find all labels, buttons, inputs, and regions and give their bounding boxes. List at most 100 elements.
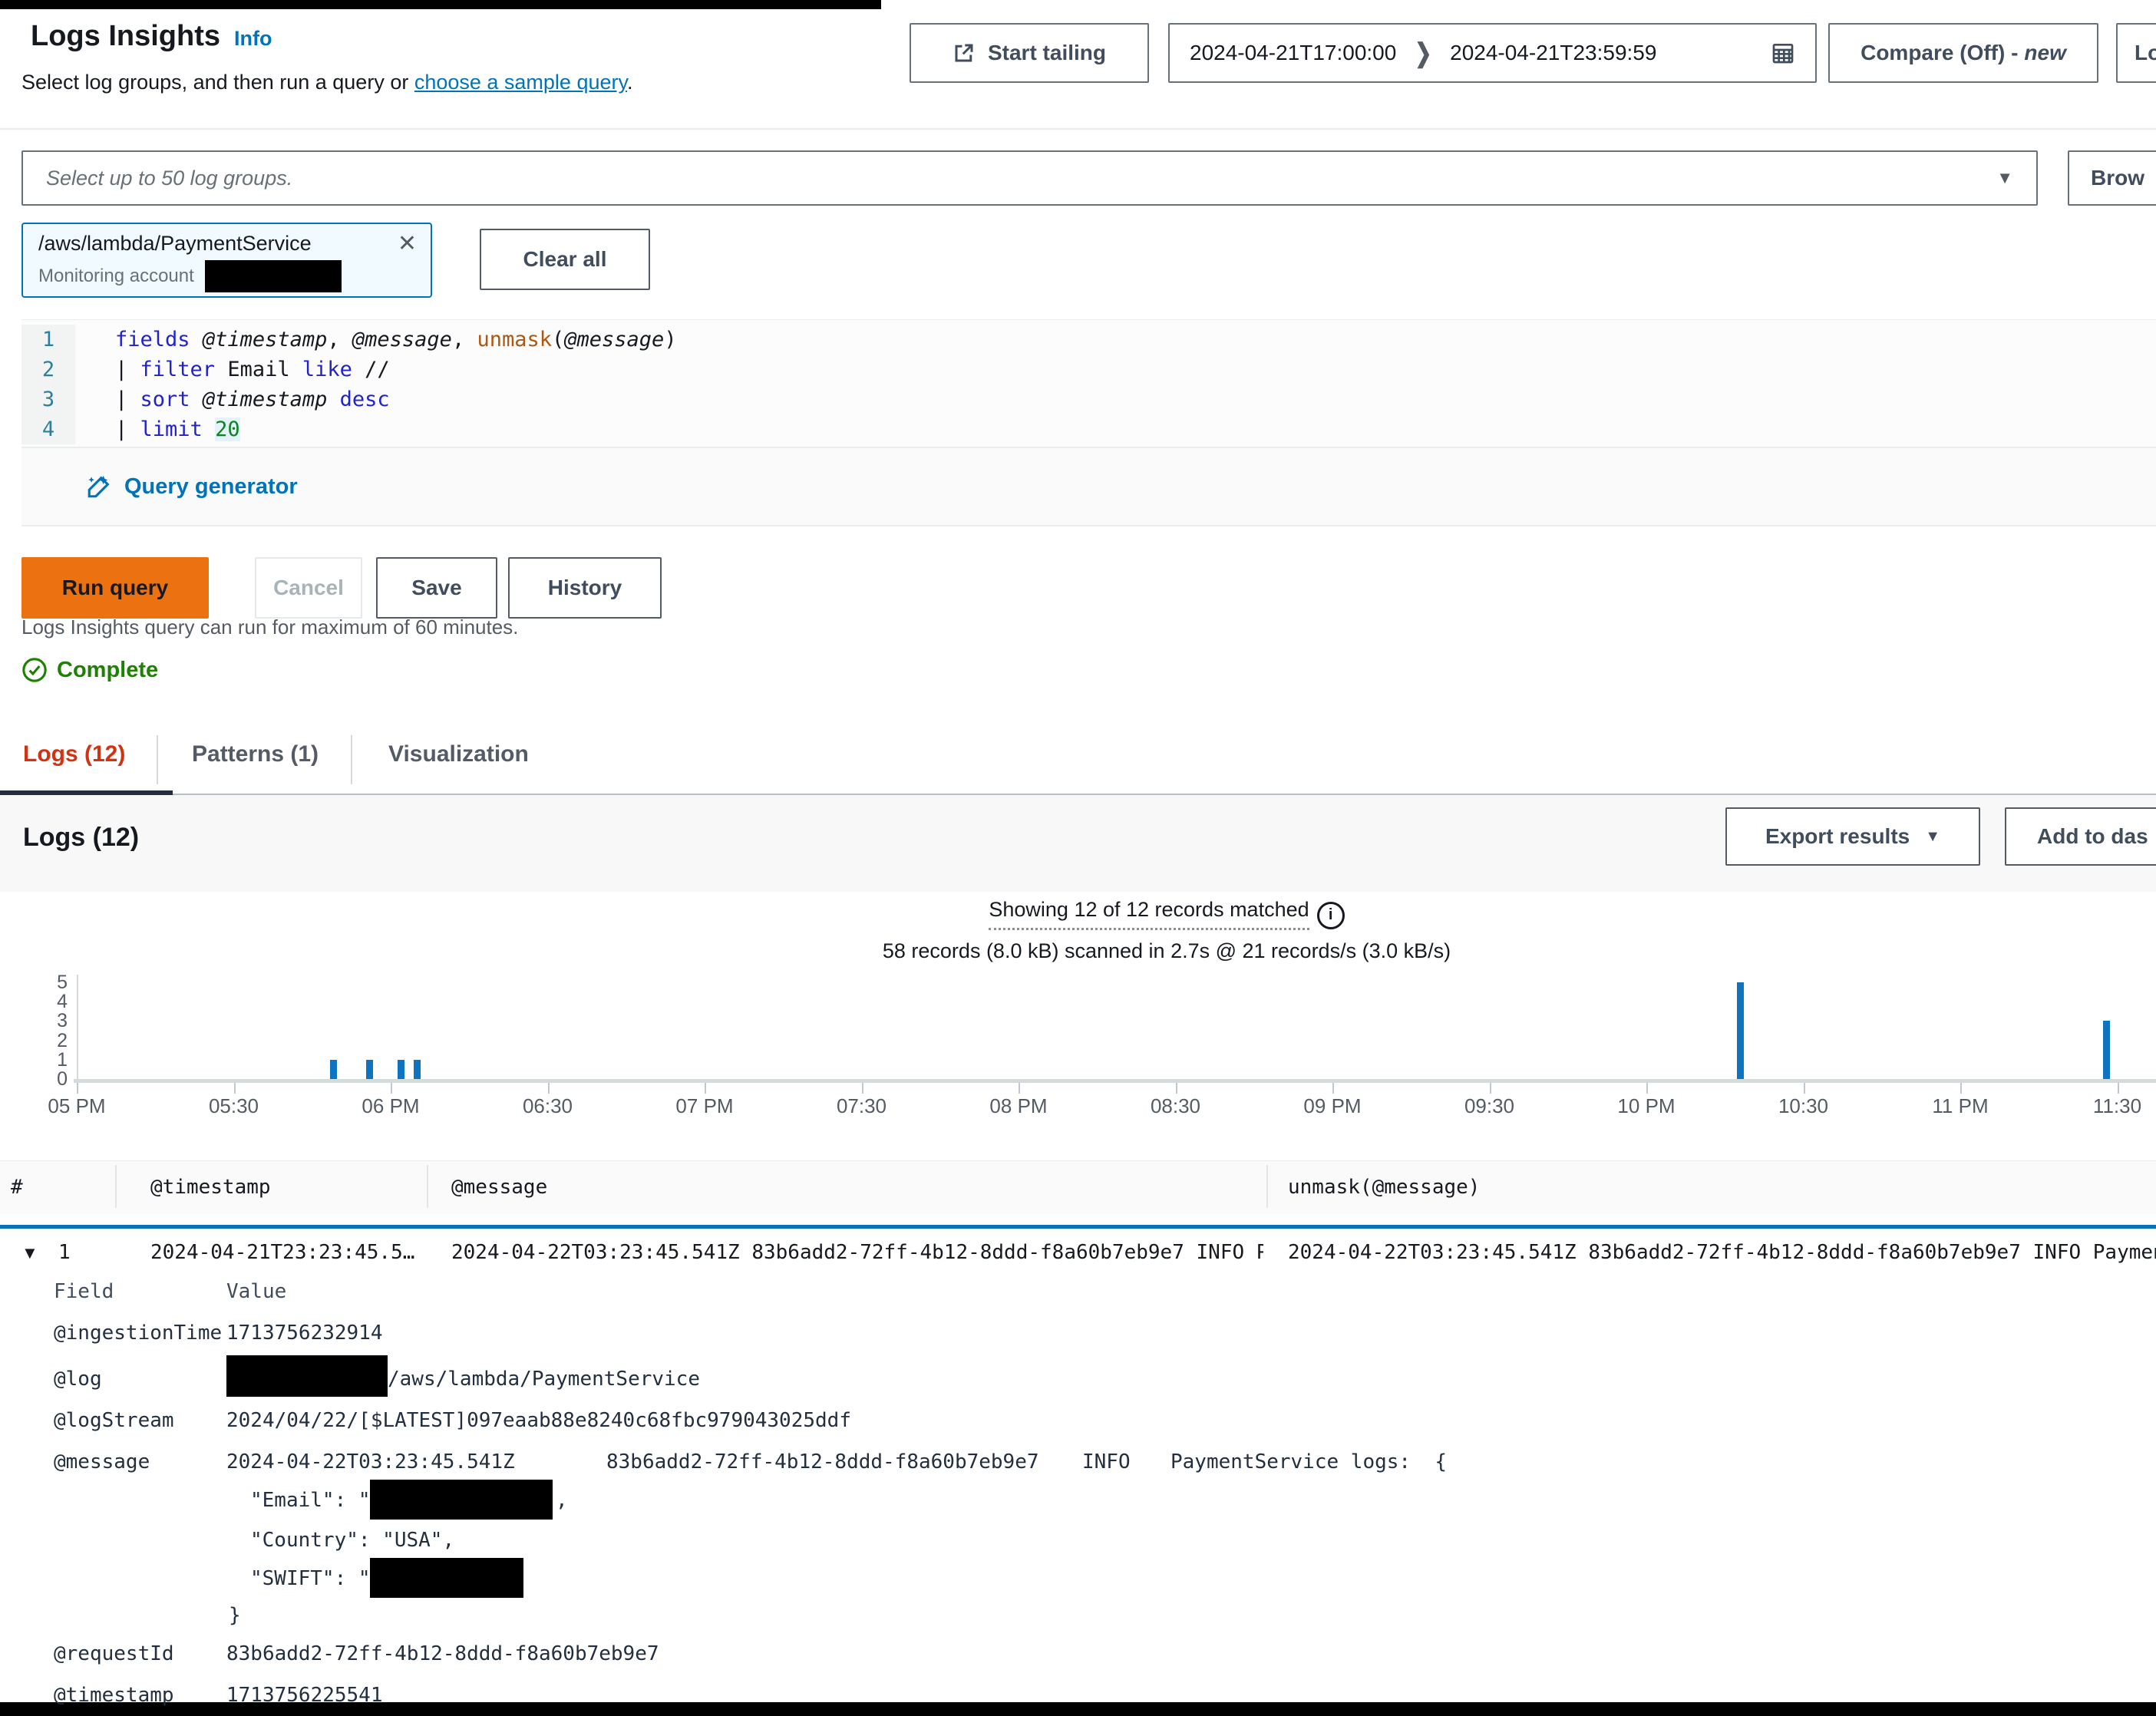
detail-value: 1713756232914 [226,1322,383,1345]
check-circle-icon [21,657,48,683]
histogram-bar[interactable] [330,1060,337,1079]
row-unmask-cell[interactable]: 2024-04-22T03:23:45.541Z 83b6add2-72ff-4… [1288,1237,2156,1268]
query-editor-line[interactable]: 4| limit 20 [21,414,2156,444]
json-country-line: "Country": "USA", [250,1529,454,1552]
query-status: Complete [21,657,158,683]
x-tick-label: 07:30 [784,1094,940,1118]
local-timezone-button[interactable]: Lo [2116,23,2156,83]
column-divider [1266,1165,1268,1208]
x-tick-mark [1019,1083,1020,1094]
tab-patterns[interactable]: Patterns (1) [192,741,319,767]
col-header-message[interactable]: @message [451,1176,547,1199]
log-group-placeholder: Select up to 50 log groups. [46,167,1996,190]
add-to-dashboard-button[interactable]: Add to das [2005,807,2156,866]
chevron-down-icon: ▼ [1996,168,2013,188]
col-header-unmask[interactable]: unmask(@message) [1288,1176,1480,1199]
x-tick-mark [77,1083,78,1094]
column-divider [115,1165,117,1208]
tab-divider [351,735,352,784]
line-number: 1 [21,325,75,355]
message-timestamp: 2024-04-22T03:23:45.541Z [226,1450,515,1473]
x-tick-label: 09:30 [1411,1094,1568,1118]
x-tick-mark [862,1083,863,1094]
tab-logs[interactable]: Logs (12) [23,741,125,767]
row-timestamp-cell[interactable]: 2024-04-21T23:23:45.5… [150,1237,424,1268]
histogram-bar[interactable] [398,1060,404,1079]
histogram-bar[interactable] [2103,1021,2110,1079]
history-button[interactable]: History [508,557,662,619]
x-tick-mark [2118,1083,2119,1094]
selected-log-group-chip[interactable]: /aws/lambda/PaymentService ✕ Monitoring … [21,223,432,298]
clear-all-button[interactable]: Clear all [480,229,650,290]
detail-value: 1713756225541 [226,1684,383,1707]
x-tick-label: 09 PM [1254,1094,1411,1118]
log-group-select[interactable]: Select up to 50 log groups. ▼ [21,150,2038,206]
line-number: 2 [21,355,75,384]
x-tick-mark [1960,1083,1962,1094]
histogram-bar[interactable] [414,1060,421,1079]
message-request-id: 83b6add2-72ff-4b12-8ddd-f8a60b7eb9e7 [606,1450,1039,1473]
x-tick-mark [234,1083,236,1094]
histogram-bar[interactable] [366,1060,373,1079]
x-tick-label: 08:30 [1098,1094,1254,1118]
redacted-browser-strip [0,0,881,9]
caret-down-icon: ▼ [1925,828,1940,846]
query-code: fields @timestamp, @message, unmask(@mes… [75,328,677,351]
query-editor-line[interactable]: 1fields @timestamp, @message, unmask(@me… [21,325,2156,355]
run-query-button[interactable]: Run query [21,557,209,619]
x-tick-label: 07 PM [626,1094,783,1118]
query-editor[interactable]: 1fields @timestamp, @message, unmask(@me… [21,319,2156,447]
query-editor-line[interactable]: 3| sort @timestamp desc [21,384,2156,414]
detail-label: @message [54,1450,150,1473]
redacted-email [370,1480,553,1520]
y-axis-line [77,975,78,1091]
header-divider [0,128,2156,130]
calendar-icon[interactable] [1771,41,1795,65]
sample-query-link[interactable]: choose a sample query [414,71,627,94]
y-tick-label: 2 [29,1030,68,1052]
start-tailing-button[interactable]: Start tailing [910,23,1149,83]
row-expander-icon[interactable]: ▼ [21,1240,38,1266]
date-start: 2024-04-21T17:00:00 [1190,41,1396,65]
results-heading: Logs (12) [23,823,139,853]
x-tick-label: 05:30 [156,1094,312,1118]
y-tick-label: 5 [29,972,68,994]
x-axis-line [74,1079,2156,1083]
browse-log-groups-button[interactable]: Brow [2068,150,2156,206]
compare-button[interactable]: Compare (Off) - new [1828,23,2098,83]
info-icon[interactable]: i [1317,902,1345,929]
selected-row-top-border [0,1225,2156,1229]
query-generator-link[interactable]: Query generator [124,474,298,500]
y-tick-label: 3 [29,1010,68,1032]
info-link[interactable]: Info [234,27,272,51]
subtitle: Select log groups, and then run a query … [21,71,633,94]
column-divider [427,1165,428,1208]
detail-value: 83b6add2-72ff-4b12-8ddd-f8a60b7eb9e7 [226,1642,659,1665]
page-title-row: Logs Insights Info [31,20,272,53]
date-range-picker[interactable]: 2024-04-21T17:00:00 ❯ 2024-04-21T23:59:5… [1168,23,1817,83]
scan-stats-line: 58 records (8.0 kB) scanned in 2.7s @ 21… [177,939,2156,963]
col-header-timestamp[interactable]: @timestamp [150,1176,271,1199]
query-generator-row: Query generator [21,447,2156,526]
save-button[interactable]: Save [376,557,497,619]
json-swift-key: "SWIFT": " [250,1567,371,1590]
remove-log-group-icon[interactable]: ✕ [398,233,417,256]
col-header-num[interactable]: # [11,1176,23,1199]
x-tick-label: 10:30 [1725,1094,1882,1118]
histogram-bar[interactable] [1737,982,1744,1079]
x-tick-label: 05 PM [0,1094,155,1118]
json-email-key: "Email": " [250,1489,371,1512]
external-link-icon [953,41,976,64]
query-code: | filter Email like // [75,358,390,381]
row-message-cell[interactable]: 2024-04-22T03:23:45.541Z 83b6add2-72ff-4… [451,1237,1263,1268]
tab-visualization[interactable]: Visualization [388,741,529,767]
json-closing-brace: } [229,1604,241,1627]
results-table-header [0,1160,2156,1214]
export-results-button[interactable]: Export results ▼ [1725,807,1980,866]
tab-divider [157,735,158,784]
y-tick-label: 4 [29,991,68,1013]
line-number: 4 [21,414,75,444]
query-editor-line[interactable]: 2| filter Email like // [21,355,2156,384]
chevron-right-icon: ❯ [1415,38,1431,68]
x-tick-mark [1490,1083,1491,1094]
